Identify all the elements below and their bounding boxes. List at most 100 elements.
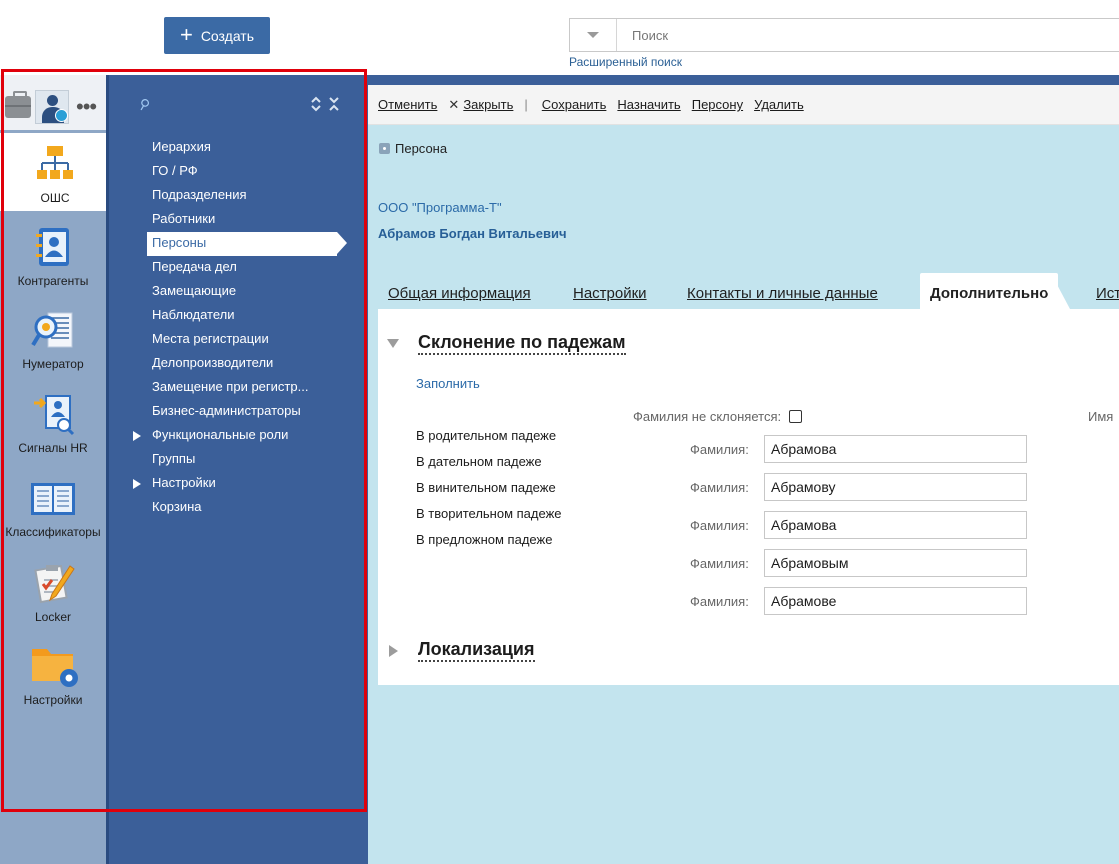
tab-contacts[interactable]: Контакты и личные данные bbox=[687, 285, 878, 302]
localization-section-title[interactable]: Локализация bbox=[418, 638, 535, 662]
tab-history[interactable]: Ист bbox=[1096, 285, 1119, 302]
nav-item-trash[interactable]: Корзина bbox=[147, 496, 357, 520]
chevron-down-icon bbox=[587, 32, 599, 38]
nav-item-business-admins[interactable]: Бизнес-администраторы bbox=[147, 400, 357, 424]
surname-dative-input[interactable] bbox=[764, 473, 1027, 501]
collapse-arrow-icon[interactable] bbox=[387, 339, 399, 348]
app-item-numerator[interactable]: Нумератор bbox=[0, 309, 106, 371]
address-book-icon bbox=[36, 228, 69, 266]
tab-additional[interactable]: Дополнительно bbox=[920, 273, 1059, 309]
nav-item-persons[interactable]: Персоны bbox=[147, 232, 347, 256]
person-button[interactable]: Персону bbox=[692, 97, 743, 112]
app-item-locker[interactable]: Locker bbox=[0, 560, 106, 624]
more-dots-icon[interactable]: ••• bbox=[76, 96, 97, 118]
nav-item-handover[interactable]: Передача дел bbox=[147, 256, 357, 280]
surname-genitive-input[interactable] bbox=[764, 435, 1027, 463]
additional-tab-panel: Склонение по падежам Заполнить Фамилия н… bbox=[378, 309, 1119, 685]
collapse-expand-icon[interactable] bbox=[310, 96, 342, 113]
nav-item-employees[interactable]: Работники bbox=[147, 208, 357, 232]
nav-item-clerks[interactable]: Делопроизводители bbox=[147, 352, 357, 376]
cancel-button[interactable]: Отменить bbox=[378, 97, 437, 112]
record-type: Персона bbox=[379, 141, 447, 156]
search-input[interactable] bbox=[617, 19, 1097, 51]
close-button[interactable]: Закрыть bbox=[463, 97, 513, 112]
case-label-prepositional: В предложном падеже bbox=[416, 532, 553, 547]
nav-item-go-rf[interactable]: ГО / РФ bbox=[147, 160, 357, 184]
nav-list: Иерархия ГО / РФ Подразделения Работники… bbox=[133, 136, 357, 520]
app-item-settings[interactable]: Настройки bbox=[0, 643, 106, 707]
briefcase-icon[interactable] bbox=[5, 91, 31, 118]
surname-prepositional-input[interactable] bbox=[764, 587, 1027, 615]
navigation-panel-edge bbox=[106, 75, 109, 864]
nav-item-hierarchy[interactable]: Иерархия bbox=[147, 136, 357, 160]
plus-icon: + bbox=[179, 21, 193, 47]
locker-icon bbox=[34, 564, 75, 604]
surname-label: Фамилия: bbox=[690, 480, 749, 495]
case-label-genitive: В родительном падеже bbox=[416, 428, 557, 443]
no-decline-field: Фамилия не склоняется: bbox=[633, 409, 803, 424]
declension-section-title[interactable]: Склонение по падежам bbox=[418, 331, 626, 355]
tab-general-info[interactable]: Общая информация bbox=[388, 285, 531, 302]
nav-item-substitutes[interactable]: Замещающие bbox=[147, 280, 357, 304]
app-item-classifiers[interactable]: Классификаторы bbox=[0, 477, 106, 539]
app-item-label: ОШС bbox=[40, 191, 70, 205]
app-item-contractors[interactable]: Контрагенты bbox=[0, 224, 106, 288]
expand-arrow-icon[interactable] bbox=[133, 431, 141, 441]
nav-item-label: Передача дел bbox=[152, 259, 237, 274]
case-label-dative: В дательном падеже bbox=[416, 454, 542, 469]
app-item-label: Сигналы HR bbox=[18, 441, 88, 455]
nav-item-label: Делопроизводители bbox=[152, 355, 274, 370]
advanced-search-link[interactable]: Расширенный поиск bbox=[569, 55, 682, 69]
case-label-accusative: В винительном падеже bbox=[416, 480, 556, 495]
organization-link[interactable]: ООО "Программа-Т" bbox=[378, 200, 502, 215]
nav-item-settings[interactable]: Настройки bbox=[133, 472, 357, 496]
delete-button[interactable]: Удалить bbox=[754, 97, 804, 112]
nav-item-functional-roles[interactable]: Функциональные роли bbox=[133, 424, 357, 448]
expand-arrow-icon[interactable] bbox=[389, 645, 398, 657]
app-bar-header: ••• bbox=[0, 75, 106, 130]
nav-item-observers[interactable]: Наблюдатели bbox=[147, 304, 357, 328]
nav-item-label: Замещение при регистр... bbox=[152, 379, 309, 394]
surname-label: Фамилия: bbox=[690, 518, 749, 533]
org-structure-icon bbox=[37, 146, 73, 179]
surname-label: Фамилия: bbox=[690, 556, 749, 571]
name-column-label: Имя bbox=[1088, 409, 1114, 424]
fill-link[interactable]: Заполнить bbox=[416, 376, 480, 391]
app-item-label: Нумератор bbox=[22, 357, 84, 371]
nav-item-label: Подразделения bbox=[152, 187, 247, 202]
surname-accusative-input[interactable] bbox=[764, 511, 1027, 539]
nav-item-departments[interactable]: Подразделения bbox=[147, 184, 357, 208]
close-icon[interactable]: ✕ bbox=[448, 97, 459, 113]
app-item-label: Настройки bbox=[23, 693, 83, 707]
app-item-label: Locker bbox=[34, 610, 72, 624]
nav-item-label: Персоны bbox=[152, 235, 207, 250]
assign-button[interactable]: Назначить bbox=[617, 97, 680, 112]
create-button-label: Создать bbox=[200, 27, 255, 44]
nav-item-label: Группы bbox=[152, 451, 196, 466]
surname-instrumental-input[interactable] bbox=[764, 549, 1027, 577]
user-avatar[interactable] bbox=[35, 90, 69, 124]
nav-item-label: Функциональные роли bbox=[152, 427, 289, 442]
nav-item-label: Настройки bbox=[152, 475, 216, 490]
app-item-hr-signals[interactable]: Сигналы HR bbox=[0, 393, 106, 455]
search-scope-dropdown[interactable] bbox=[570, 19, 617, 51]
app-item-label: Классификаторы bbox=[5, 525, 101, 539]
nav-item-label: ГО / РФ bbox=[152, 163, 198, 178]
tab-settings[interactable]: Настройки bbox=[573, 285, 647, 302]
save-button[interactable]: Сохранить bbox=[542, 97, 607, 112]
nav-item-registration-places[interactable]: Места регистрации bbox=[147, 328, 357, 352]
nav-item-registration-substitution[interactable]: Замещение при регистр... bbox=[147, 376, 357, 400]
no-decline-checkbox[interactable] bbox=[789, 410, 803, 423]
nav-item-label: Корзина bbox=[152, 499, 202, 514]
app-item-ohs[interactable]: ОШС bbox=[0, 133, 110, 211]
surname-label: Фамилия: bbox=[690, 594, 749, 609]
surname-label: Фамилия: bbox=[690, 442, 749, 457]
nav-item-label: Места регистрации bbox=[152, 331, 269, 346]
create-button[interactable]: + Создать bbox=[164, 17, 270, 54]
toolbar-separator: | bbox=[524, 97, 528, 112]
main-content: Отменить ✕ Закрыть | Сохранить Назначить… bbox=[368, 75, 1119, 864]
expand-arrow-icon[interactable] bbox=[133, 479, 141, 489]
nav-item-groups[interactable]: Группы bbox=[147, 448, 357, 472]
record-tabs: Общая информация Настройки Контакты и ли… bbox=[368, 273, 1119, 309]
classifiers-icon bbox=[31, 483, 75, 515]
